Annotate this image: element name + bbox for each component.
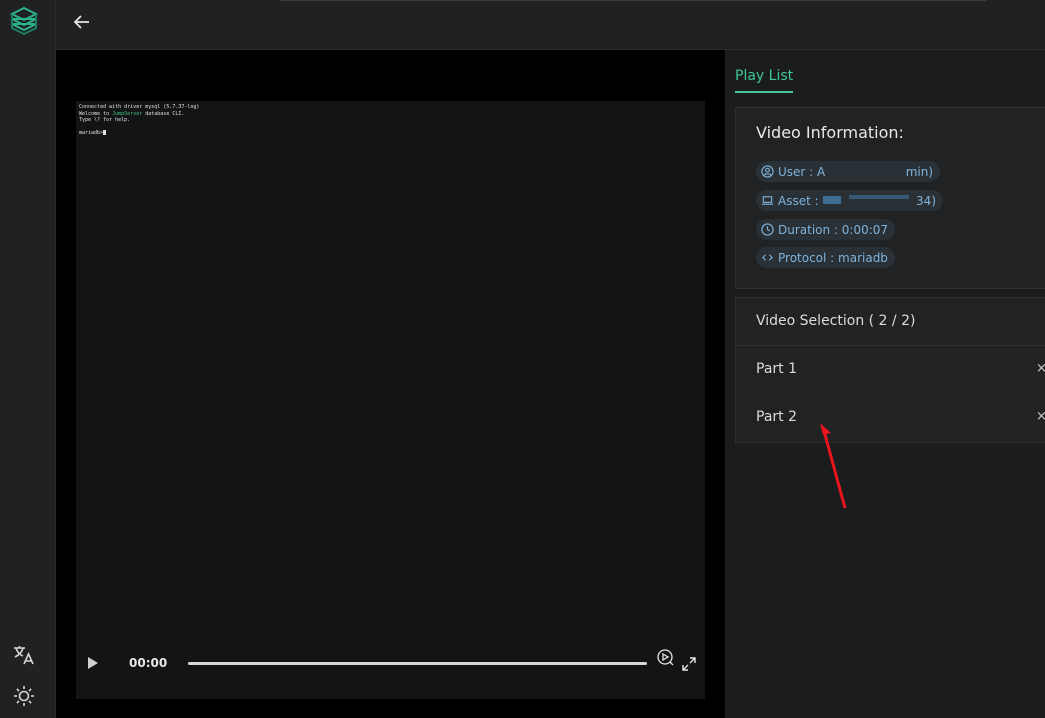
sun-icon[interactable]	[12, 684, 36, 708]
close-icon[interactable]: ×	[1036, 361, 1045, 376]
protocol-chip: Protocol : mariadb	[756, 247, 895, 268]
video-selection-title: Video Selection ( 2 / 2)	[756, 313, 916, 329]
layered-cube-logo-icon[interactable]	[9, 6, 39, 36]
terminal-line-2: Welcome to JumpServer database CLI.	[79, 111, 184, 117]
tab-play-list[interactable]: Play List	[735, 68, 794, 93]
terminal-line-2-post: database CLI.	[142, 110, 185, 117]
part-label: Part 1	[756, 361, 797, 377]
redaction-mark	[822, 195, 841, 204]
terminal-highlight: JumpServer	[112, 110, 143, 117]
terminal-line-2-pre: Welcome to	[79, 110, 113, 117]
user-chip: User : A min)	[756, 161, 940, 182]
fullscreen-icon[interactable]	[681, 656, 697, 672]
list-item-part-1[interactable]: Part 1 ×	[736, 347, 1045, 395]
list-item-part-2[interactable]: Part 2 ×	[736, 395, 1045, 443]
redaction-mark	[848, 194, 909, 199]
laptop-icon	[761, 196, 774, 205]
player-controls: 00:00	[76, 648, 705, 678]
terminal-screen: Connected with driver mysql (5.7.37-log)…	[76, 101, 705, 699]
close-icon[interactable]: ×	[1036, 409, 1045, 424]
progress-bar[interactable]	[188, 662, 647, 665]
current-time: 00:00	[129, 656, 168, 670]
terminal-cursor	[103, 130, 107, 135]
sidebar	[0, 0, 56, 718]
playlist-panel: Play List Video Information: User : A mi…	[725, 50, 1045, 718]
play-icon[interactable]	[86, 655, 100, 671]
top-header	[56, 0, 1045, 50]
part-label: Part 2	[756, 409, 797, 425]
asset-chip: Asset : 34)	[756, 190, 943, 211]
video-player: Connected with driver mysql (5.7.37-log)…	[56, 50, 725, 718]
video-selection-header[interactable]: Video Selection ( 2 / 2)	[736, 298, 1045, 346]
translate-icon[interactable]	[12, 643, 36, 667]
arrow-left-icon[interactable]	[70, 10, 94, 34]
terminal-line-3: Type \? for help.	[79, 117, 131, 123]
clock-icon	[761, 223, 774, 236]
user-suffix: min)	[905, 164, 933, 179]
header-top-line	[280, 0, 986, 1]
duration-text: Duration : 0:00:07	[778, 222, 889, 237]
protocol-text: Protocol : mariadb	[778, 250, 888, 265]
video-selection-card: Video Selection ( 2 / 2) Part 1 × Part 2…	[735, 297, 1045, 443]
asset-prefix: Asset :	[778, 193, 819, 208]
asset-redacted	[819, 194, 916, 207]
playback-speed-icon[interactable]	[656, 648, 674, 666]
video-information-title: Video Information:	[756, 123, 904, 142]
terminal-line-1: Connected with driver mysql (5.7.37-log)	[79, 104, 200, 110]
asset-suffix: 34)	[916, 193, 936, 208]
video-information-card: Video Information: User : A min) Asset :…	[735, 107, 1045, 289]
user-circle-icon	[761, 165, 774, 178]
terminal-prompt: mariadb>	[79, 130, 104, 136]
user-prefix: User : A	[778, 164, 826, 179]
duration-chip: Duration : 0:00:07	[756, 219, 896, 240]
link-icon	[762, 254, 773, 261]
